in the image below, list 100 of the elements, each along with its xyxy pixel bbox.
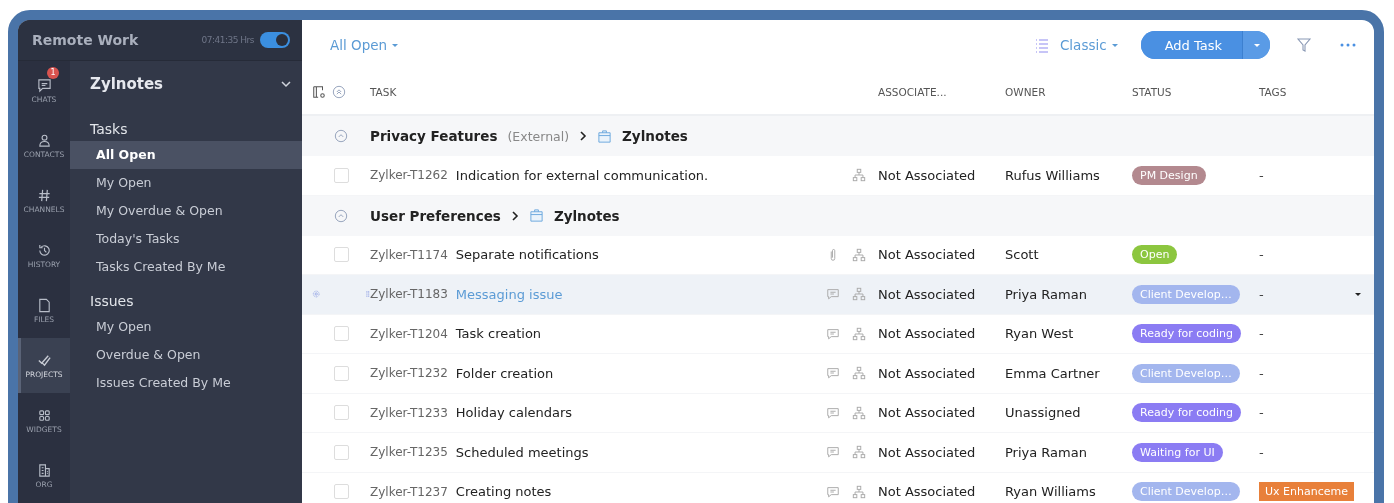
row-checkbox[interactable] bbox=[334, 326, 349, 342]
file-icon bbox=[36, 297, 52, 313]
table-settings-icon[interactable] bbox=[312, 85, 326, 99]
nav-item[interactable]: Overdue & Open bbox=[70, 341, 302, 369]
nav-item[interactable]: My Open bbox=[70, 313, 302, 341]
widgets-icon bbox=[36, 407, 52, 423]
comment-icon[interactable] bbox=[826, 366, 840, 381]
task-row[interactable]: Zylker-T1183 Messaging issue Not Associated Priya Raman Client Develop… - bbox=[302, 275, 1374, 315]
list-icon bbox=[1033, 37, 1050, 53]
table-cell-text: Priya Raman bbox=[1005, 444, 1088, 460]
collapse-icon[interactable] bbox=[334, 208, 348, 223]
subtasks-icon[interactable] bbox=[852, 247, 866, 262]
task-id: Zylker-T1262 bbox=[370, 168, 448, 183]
section-heading: Tasks bbox=[89, 120, 129, 139]
add-options-button[interactable] bbox=[1242, 31, 1270, 59]
task-title[interactable]: Scheduled meetings bbox=[455, 444, 589, 460]
row-checkbox[interactable] bbox=[334, 365, 349, 381]
row-checkbox[interactable] bbox=[334, 247, 349, 263]
task-row[interactable]: Zylker-T1204 Task creation Not Associated Ryan West Ready for coding - bbox=[302, 314, 1374, 354]
more-icon[interactable] bbox=[1340, 43, 1356, 47]
table-cell-text: Scott bbox=[1005, 247, 1040, 263]
comment-icon[interactable] bbox=[826, 445, 840, 460]
table-cell-text: Not Associated bbox=[878, 405, 977, 421]
table-cell-text: Unassigned bbox=[1005, 405, 1082, 421]
table-cell: - bbox=[1259, 405, 1264, 421]
nav-item[interactable]: Tasks Created By Me bbox=[70, 253, 302, 281]
task-row[interactable]: Zylker-T1262 Indication for external communication. Not Associated Rufus Williams PM Design - bbox=[302, 156, 1374, 196]
building-icon bbox=[36, 462, 52, 478]
collapse-all-icon[interactable] bbox=[332, 85, 346, 99]
folder-icon bbox=[597, 128, 613, 144]
project-name: Zylnotes bbox=[622, 128, 688, 144]
task-row[interactable]: Zylker-T1233 Holiday calendars Not Associated Unassigned Ready for coding - bbox=[302, 393, 1374, 433]
nav-item[interactable]: Today's Tasks bbox=[70, 225, 302, 253]
group-note: (External) bbox=[507, 128, 570, 144]
comment-icon[interactable] bbox=[826, 484, 840, 499]
subtasks-icon[interactable] bbox=[852, 405, 866, 420]
task-title[interactable]: Task creation bbox=[455, 326, 542, 342]
comment-icon[interactable] bbox=[826, 287, 840, 302]
column-header: TAGS bbox=[1259, 86, 1288, 98]
column-header: STATUS bbox=[1132, 86, 1173, 98]
task-row[interactable]: Zylker-T1235 Scheduled meetings Not Associated Priya Raman Waiting for UI - bbox=[302, 433, 1374, 473]
timer-text: 07:41:35 Hrs bbox=[201, 35, 254, 45]
subtasks-icon[interactable] bbox=[852, 366, 866, 381]
subtasks-icon[interactable] bbox=[852, 287, 866, 302]
task-row[interactable]: Zylker-T1232 Folder creation Not Associated Emma Cartner Client Develop… - bbox=[302, 354, 1374, 394]
nav-item[interactable]: My Open bbox=[70, 169, 302, 197]
hash-icon bbox=[36, 187, 52, 203]
drag-handle-icon[interactable] bbox=[366, 289, 370, 300]
history-icon bbox=[36, 242, 52, 258]
table-cell-text: Emma Cartner bbox=[1005, 365, 1101, 381]
task-id: Zylker-T1183 bbox=[370, 287, 448, 302]
caret-icon bbox=[1110, 41, 1119, 49]
nav-item[interactable]: All Open bbox=[70, 141, 302, 169]
comment-icon[interactable] bbox=[826, 326, 840, 341]
task-title[interactable]: Holiday calendars bbox=[455, 405, 573, 421]
subtasks-icon[interactable] bbox=[852, 445, 866, 460]
column-header: ASSOCIATE... bbox=[878, 86, 948, 98]
table-cell: - bbox=[1259, 286, 1264, 302]
project-title: Zylnotes bbox=[90, 75, 165, 93]
row-checkbox[interactable] bbox=[334, 484, 349, 500]
column-header: OWNER bbox=[1005, 86, 1047, 98]
subtasks-icon[interactable] bbox=[852, 484, 866, 499]
filter-icon[interactable] bbox=[1296, 37, 1312, 53]
chat-icon bbox=[36, 77, 52, 93]
caret-icon bbox=[1252, 41, 1261, 49]
table-cell-text: Priya Raman bbox=[1005, 286, 1088, 302]
subtasks-icon[interactable] bbox=[852, 168, 866, 183]
subtasks-icon[interactable] bbox=[852, 326, 866, 341]
caret-icon[interactable] bbox=[1354, 290, 1362, 299]
workspace-title: Remote Work bbox=[32, 32, 140, 48]
task-id: Zylker-T1233 bbox=[370, 405, 448, 420]
table-cell-text: Not Associated bbox=[878, 326, 977, 342]
row-checkbox[interactable] bbox=[334, 444, 349, 460]
collapse-icon[interactable] bbox=[334, 129, 348, 143]
table-cell: - bbox=[1259, 365, 1264, 381]
folder-icon bbox=[528, 208, 544, 223]
task-title[interactable]: Creating notes bbox=[455, 484, 552, 500]
unread-badge: 1 bbox=[47, 67, 59, 79]
task-title[interactable]: Separate notifications bbox=[455, 247, 599, 263]
table-cell: - bbox=[1259, 444, 1264, 460]
comment-icon[interactable] bbox=[826, 405, 840, 420]
table-cell-text: Not Associated bbox=[878, 365, 977, 381]
task-row[interactable]: Zylker-T1237 Creating notes Not Associated Ryan Williams Client Develop… Ux Enhanceme bbox=[302, 472, 1374, 503]
timer-toggle[interactable] bbox=[260, 32, 290, 48]
section-heading: Issues bbox=[89, 292, 135, 311]
task-title[interactable]: Indication for external communication. bbox=[455, 167, 709, 183]
table-cell-text: Not Associated bbox=[878, 444, 977, 460]
task-id: Zylker-T1204 bbox=[370, 326, 448, 341]
nav-item[interactable]: My Overdue & Open bbox=[70, 197, 302, 225]
nav-item[interactable]: Issues Created By Me bbox=[70, 369, 302, 397]
table-cell-text: Ryan West bbox=[1005, 326, 1075, 342]
task-id: Zylker-T1237 bbox=[370, 484, 448, 499]
chevron-down-icon[interactable] bbox=[280, 78, 292, 90]
row-checkbox[interactable] bbox=[334, 167, 349, 183]
table-cell-text: Not Associated bbox=[878, 167, 977, 183]
task-title[interactable]: Folder creation bbox=[455, 365, 554, 381]
contact-icon bbox=[36, 132, 52, 148]
table-cell: - bbox=[1259, 167, 1264, 183]
row-checkbox[interactable] bbox=[334, 405, 349, 421]
table-cell: - bbox=[1259, 326, 1264, 342]
